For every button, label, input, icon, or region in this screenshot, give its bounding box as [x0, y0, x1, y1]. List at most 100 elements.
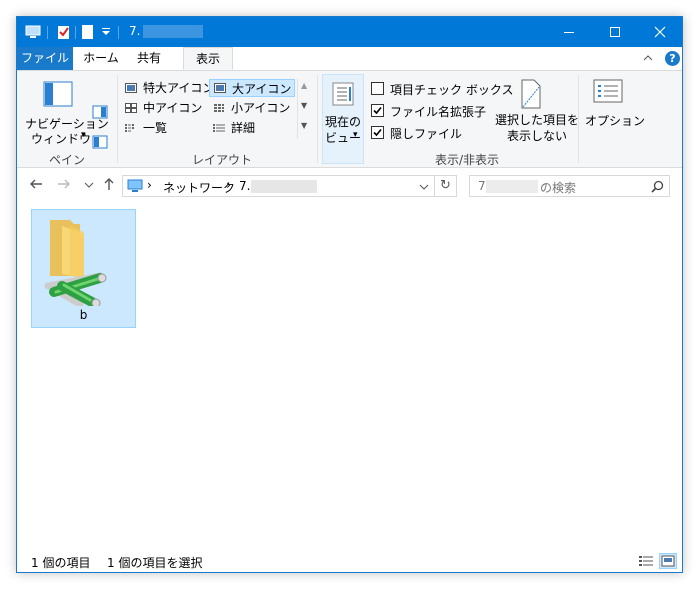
tab-view[interactable]: 表示: [183, 47, 233, 70]
recent-locations-icon[interactable]: [84, 181, 94, 189]
up-arrow-icon[interactable]: [102, 177, 116, 191]
search-icon[interactable]: [651, 180, 664, 193]
group-separator: [117, 75, 118, 163]
layout-item-label: 小アイコン: [231, 101, 291, 115]
hide-selected-label-1: 選択した項目を: [495, 113, 580, 127]
check-icon: [373, 128, 382, 137]
hide-selected-button[interactable]: 選択した項目を 表示しない: [491, 75, 579, 147]
refresh-button[interactable]: ↻: [435, 175, 457, 197]
tab-file[interactable]: ファイル: [17, 47, 73, 70]
close-button[interactable]: [637, 17, 682, 47]
file-extensions-label: ファイル名拡張子: [390, 105, 487, 119]
computer-icon: [127, 179, 143, 192]
new-folder-icon[interactable]: [81, 24, 95, 40]
gallery-expand-icon[interactable]: ▼: [301, 121, 307, 130]
check-icon: [373, 106, 382, 115]
explorer-window: 7. ファイル ホーム 共有 表示 ? ナビゲーション ウィンドウ ▾ ペイン …: [16, 16, 683, 573]
title-redacted: [143, 25, 203, 38]
group-label-layout: レイアウト: [191, 153, 252, 167]
small-icons-icon: [214, 104, 224, 112]
chevron-down-icon: ▾: [81, 130, 86, 140]
refresh-icon: ↻: [440, 178, 451, 193]
address-bar[interactable]: › ネットワーク › 7.: [122, 175, 435, 197]
navigation-bar: › ネットワーク › 7. ↻ 7. の検索: [17, 171, 682, 201]
address-dropdown-icon[interactable]: [419, 183, 429, 191]
details-icon: [213, 124, 225, 132]
medium-icons-icon: [125, 103, 137, 113]
details-pane-icon[interactable]: [92, 135, 108, 149]
layout-item-label: 中アイコン: [143, 101, 203, 115]
back-arrow-icon[interactable]: [29, 177, 43, 191]
maximize-button[interactable]: [592, 17, 638, 47]
item-count: 1 個の項目: [31, 556, 91, 570]
layout-medium-icons[interactable]: 中アイコン: [121, 99, 209, 117]
breadcrumb-network[interactable]: ネットワーク: [163, 179, 235, 196]
breadcrumb-separator[interactable]: ›: [226, 178, 231, 192]
tab-share[interactable]: 共有: [131, 47, 167, 70]
sort-by-icon: [332, 82, 354, 106]
selection-count: 1 個の項目を選択: [107, 556, 203, 570]
current-view-button[interactable]: 現在の ビュー ▾: [322, 74, 364, 164]
large-icons-view-icon: [661, 555, 675, 567]
item-checkboxes-checkbox[interactable]: [371, 82, 384, 95]
breadcrumb-separator[interactable]: ›: [147, 178, 152, 192]
minimize-icon: [564, 32, 574, 33]
qa-separator: [118, 26, 119, 39]
layout-details[interactable]: 詳細: [209, 119, 295, 137]
extra-large-icons-icon: [125, 83, 137, 93]
file-item[interactable]: b: [31, 209, 136, 328]
title-bar: 7.: [17, 17, 682, 47]
hidden-items-label: 隠しファイル: [390, 127, 463, 141]
large-icons-icon: [214, 83, 226, 93]
file-extensions-checkbox[interactable]: [371, 104, 384, 117]
layout-item-label: 一覧: [143, 121, 168, 135]
layout-large-icons[interactable]: 大アイコン: [209, 79, 295, 97]
details-view-button[interactable]: [637, 553, 655, 569]
forward-arrow-icon[interactable]: [57, 177, 71, 191]
ribbon-view: ナビゲーション ウィンドウ ▾ ペイン 特大アイコン 大アイコン 中アイコン 小…: [17, 71, 682, 168]
scroll-down-icon[interactable]: ▼: [301, 101, 307, 110]
layout-small-icons[interactable]: 小アイコン: [209, 99, 295, 117]
options-button[interactable]: オプション: [581, 75, 645, 147]
search-placeholder-suffix: の検索: [540, 181, 577, 195]
layout-list[interactable]: 一覧: [121, 119, 209, 137]
layout-item-label: 特大アイコン: [143, 81, 215, 95]
group-separator: [317, 75, 318, 163]
layout-gallery: 特大アイコン 大アイコン 中アイコン 小アイコン 一覧 詳細 ▲ ▼ ▼: [121, 79, 309, 139]
search-redacted: [486, 180, 538, 193]
layout-item-label: 大アイコン: [232, 82, 292, 96]
minimize-button[interactable]: [546, 17, 592, 47]
close-icon: [654, 26, 666, 38]
network-folder-icon: [44, 220, 107, 306]
nav-pane-button[interactable]: ナビゲーション ウィンドウ ▾: [21, 75, 109, 147]
details-view-icon: [639, 556, 653, 566]
tab-home[interactable]: ホーム: [77, 47, 125, 70]
scroll-up-icon[interactable]: ▲: [301, 81, 307, 90]
options-icon: [593, 79, 623, 103]
qa-separator: [75, 26, 76, 39]
customize-dropdown-icon[interactable]: [101, 28, 111, 36]
current-view-label-1: 現在の: [325, 115, 362, 129]
navigation-pane-icon: [43, 81, 73, 107]
group-separator: [578, 75, 579, 163]
group-label-pane: ペイン: [48, 153, 85, 167]
hide-selected-label-2: 表示しない: [507, 129, 568, 143]
hidden-items-checkbox[interactable]: [371, 126, 384, 139]
layout-gallery-scroll[interactable]: ▲ ▼ ▼: [297, 79, 312, 139]
group-label-show-hide: 表示/非表示: [434, 153, 500, 167]
ribbon-tabs: ファイル ホーム 共有 表示 ?: [17, 47, 682, 71]
layout-extra-large-icons[interactable]: 特大アイコン: [121, 79, 214, 97]
collapse-ribbon-icon[interactable]: [643, 54, 653, 62]
search-box[interactable]: 7. の検索: [469, 175, 670, 197]
folder-name-redacted: [251, 180, 317, 193]
help-icon[interactable]: ?: [665, 51, 680, 66]
layout-item-label: 詳細: [231, 121, 256, 135]
preview-pane-icon[interactable]: [92, 105, 108, 119]
large-icons-view-button[interactable]: [659, 553, 677, 569]
computer-icon[interactable]: [25, 24, 41, 40]
status-bar: 1 個の項目 1 個の項目を選択: [17, 551, 682, 572]
file-list: b: [17, 205, 682, 545]
hide-selected-icon: [521, 79, 541, 109]
breadcrumb-folder[interactable]: 7.: [239, 179, 250, 193]
properties-icon[interactable]: [57, 24, 71, 40]
